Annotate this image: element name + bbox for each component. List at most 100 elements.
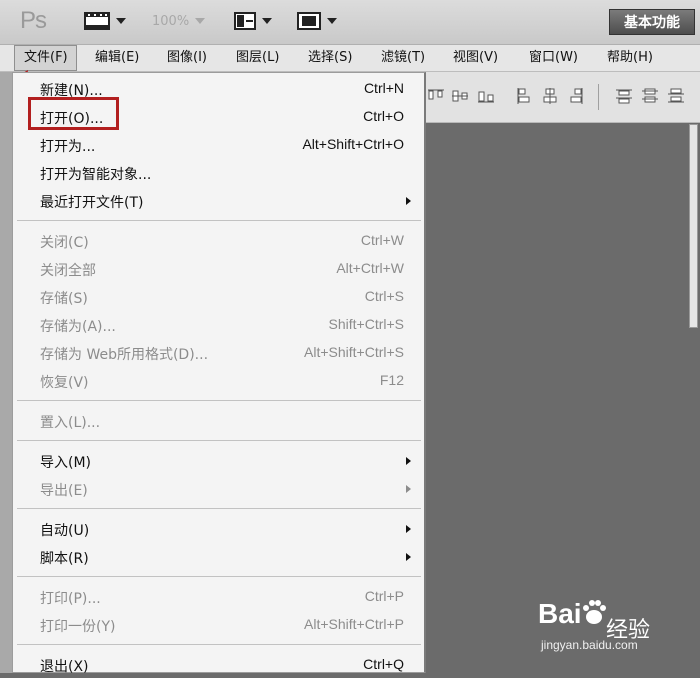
- menu-item-label: 关闭(C): [40, 235, 89, 251]
- menu-item-shortcut: Shift+Ctrl+S: [328, 316, 404, 332]
- file-menu-item: 恢复(V) F12: [13, 368, 423, 394]
- submenu-arrow-icon: [406, 457, 411, 465]
- file-menu-item: 存储为 Web所用格式(D)... Alt+Shift+Ctrl+S: [13, 340, 423, 366]
- watermark-brand: Bai: [538, 598, 582, 629]
- menu-separator: [17, 508, 421, 509]
- menu-item-label: 存储(S): [40, 291, 88, 307]
- menu-item-label: 存储为(A)...: [40, 319, 116, 335]
- menu-item-label: 打印(P)...: [40, 591, 101, 607]
- menu-item-shortcut: Alt+Shift+Ctrl+P: [304, 616, 404, 632]
- menu-item-label: 存储为 Web所用格式(D)...: [40, 347, 209, 363]
- paw-icon: [582, 600, 606, 624]
- menu-item-label: 打开为...: [40, 139, 96, 155]
- distribute-bottom-icon[interactable]: [668, 88, 684, 104]
- file-menu-item[interactable]: 导入(M): [13, 448, 423, 474]
- file-menu-dropdown: 新建(N)... Ctrl+N 打开(O)... Ctrl+O 打开为... Alt+Sh…: [12, 72, 426, 675]
- menu-item-shortcut: Alt+Shift+Ctrl+O: [302, 136, 404, 152]
- layout-grid-icon: [234, 12, 256, 30]
- align-top-icon[interactable]: [428, 88, 444, 104]
- file-menu-item[interactable]: 脚本(R): [13, 544, 423, 570]
- app-bar: Ps 100% 基本功能: [0, 0, 700, 45]
- menu-filter[interactable]: 滤镜(T): [381, 45, 425, 71]
- file-menu-item: 存储(S) Ctrl+S: [13, 284, 423, 310]
- chevron-down-icon: [262, 18, 272, 24]
- submenu-arrow-icon: [406, 485, 411, 493]
- menu-separator: [17, 440, 421, 441]
- file-menu-item: 打印一份(Y) Alt+Shift+Ctrl+P: [13, 612, 423, 638]
- menu-item-label: 脚本(R): [40, 551, 89, 567]
- menu-edit[interactable]: 编辑(E): [95, 45, 139, 71]
- fullscreen-icon: [297, 12, 321, 30]
- file-menu-item: 关闭(C) Ctrl+W: [13, 228, 423, 254]
- file-menu-item[interactable]: 退出(X) Ctrl+Q: [13, 652, 423, 678]
- zoom-select[interactable]: 100%: [152, 10, 206, 32]
- file-menu-item: 打印(P)... Ctrl+P: [13, 584, 423, 610]
- menu-item-shortcut: Ctrl+W: [360, 232, 404, 248]
- menu-separator: [17, 644, 421, 645]
- file-menu-item[interactable]: 自动(U): [13, 516, 423, 542]
- align-left-icon[interactable]: [516, 88, 532, 104]
- align-vcenter-icon[interactable]: [452, 88, 468, 104]
- menu-item-label: 退出(X): [40, 659, 89, 675]
- menu-bar: 文件(F) 编辑(E) 图像(I) 图层(L) 选择(S) 滤镜(T) 视图(V…: [0, 45, 700, 72]
- screen-mode-button[interactable]: [84, 10, 126, 32]
- tools-panel-edge: [0, 72, 12, 673]
- menu-item-label: 打印一份(Y): [40, 619, 116, 635]
- menu-item-shortcut: F12: [379, 372, 404, 388]
- toolbar-divider: [598, 84, 599, 110]
- menu-item-label: 最近打开文件(T): [40, 195, 144, 211]
- menu-select[interactable]: 选择(S): [308, 45, 352, 71]
- film-strip-icon: [84, 12, 110, 30]
- menu-item-shortcut: Alt+Ctrl+W: [336, 260, 404, 276]
- menu-item-label: 自动(U): [40, 523, 90, 539]
- file-menu-item: 关闭全部 Alt+Ctrl+W: [13, 256, 423, 282]
- arrange-documents-button[interactable]: [234, 10, 272, 32]
- menu-separator: [17, 400, 421, 401]
- file-menu-item[interactable]: 打开为智能对象...: [13, 160, 423, 186]
- menu-window[interactable]: 窗口(W): [529, 45, 578, 71]
- menu-item-shortcut: Alt+Shift+Ctrl+S: [304, 344, 404, 360]
- panel-scrollbar[interactable]: [689, 124, 698, 328]
- chevron-down-icon: [116, 18, 126, 24]
- screen-mode-toggle[interactable]: [297, 10, 337, 32]
- menu-item-label: 恢复(V): [40, 375, 89, 391]
- submenu-arrow-icon: [406, 553, 411, 561]
- watermark-url: jingyan.baidu.com: [541, 638, 638, 652]
- submenu-arrow-icon: [406, 197, 411, 205]
- submenu-arrow-icon: [406, 525, 411, 533]
- chevron-down-icon: [195, 18, 206, 24]
- menu-image[interactable]: 图像(I): [167, 45, 207, 71]
- menu-item-shortcut: Ctrl+N: [363, 80, 404, 96]
- baidu-watermark: Bai: [538, 598, 606, 630]
- file-menu-item: 置入(L)...: [13, 408, 423, 434]
- file-menu-item[interactable]: 最近打开文件(T): [13, 188, 423, 214]
- menu-item-label: 打开为智能对象...: [40, 167, 152, 183]
- menu-layer[interactable]: 图层(L): [236, 45, 279, 71]
- menu-item-shortcut: Ctrl+Q: [363, 656, 404, 672]
- file-menu-item: 存储为(A)... Shift+Ctrl+S: [13, 312, 423, 338]
- options-bar: [426, 72, 700, 123]
- menu-item-label: 置入(L)...: [40, 415, 101, 431]
- menu-item-shortcut: Ctrl+O: [363, 108, 404, 124]
- distribute-top-icon[interactable]: [616, 88, 632, 104]
- menu-item-label: 关闭全部: [40, 263, 96, 279]
- menu-item-label: 导入(M): [40, 455, 92, 471]
- align-right-icon[interactable]: [568, 88, 584, 104]
- menu-separator: [17, 576, 421, 577]
- align-bottom-icon[interactable]: [478, 88, 494, 104]
- zoom-level: 100%: [152, 13, 190, 29]
- menu-item-shortcut: Ctrl+S: [364, 288, 404, 304]
- highlight-box: [28, 97, 119, 130]
- workspace-button[interactable]: 基本功能: [609, 9, 695, 35]
- distribute-vcenter-icon[interactable]: [642, 88, 658, 104]
- ps-logo: Ps: [20, 7, 47, 34]
- menu-separator: [17, 220, 421, 221]
- menu-view[interactable]: 视图(V): [453, 45, 498, 71]
- menu-help[interactable]: 帮助(H): [607, 45, 653, 71]
- file-menu-item: 导出(E): [13, 476, 423, 502]
- chevron-down-icon: [327, 18, 337, 24]
- menu-item-label: 导出(E): [40, 483, 88, 499]
- menu-item-shortcut: Ctrl+P: [364, 588, 404, 604]
- file-menu-item[interactable]: 打开为... Alt+Shift+Ctrl+O: [13, 132, 423, 158]
- align-hcenter-icon[interactable]: [542, 88, 558, 104]
